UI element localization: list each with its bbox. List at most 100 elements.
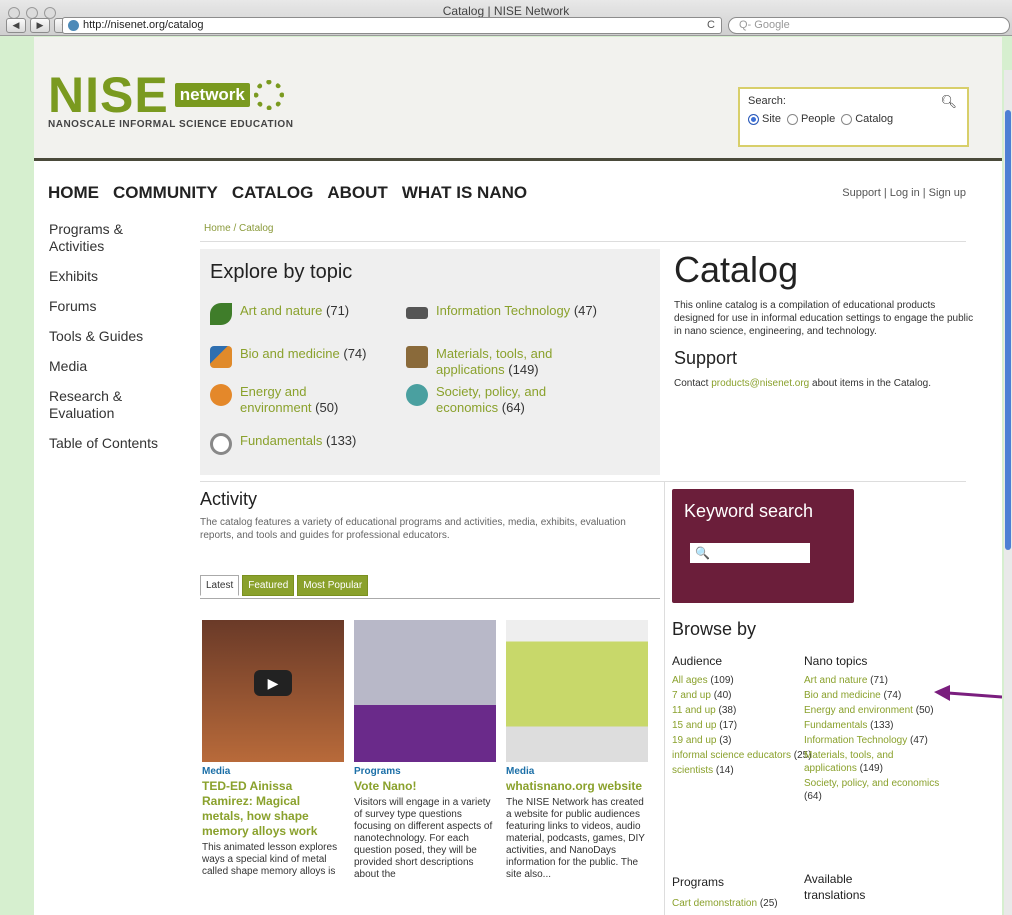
translations-title: Available translations: [804, 872, 866, 902]
topic-information-technology[interactable]: Information Technology (47): [406, 303, 597, 319]
logo-network-text: network: [174, 83, 250, 107]
browse-title: Browse by: [672, 619, 757, 639]
divider: [200, 598, 660, 599]
nav-community[interactable]: COMMUNITY: [113, 183, 218, 203]
video-thumbnail[interactable]: ▶: [202, 620, 344, 762]
list-item[interactable]: 11 and up (38): [672, 704, 812, 717]
topic-materials-tools[interactable]: Materials, tools, and applications (149): [406, 346, 606, 378]
search-label: Search:: [748, 95, 786, 107]
sidebar-item-research[interactable]: Research & Evaluation: [49, 388, 179, 422]
nano-topics-column: Nano topics Art and nature (71) Bio and m…: [804, 655, 944, 805]
nise-logo[interactable]: NISE network NANOSCALE INFORMAL SCIENCE …: [48, 70, 294, 130]
support-text: Contact products@nisenet.org about items…: [674, 378, 931, 389]
window-title: Catalog | NISE Network: [442, 4, 570, 18]
tab-latest[interactable]: Latest: [200, 575, 240, 596]
leaf-icon: [210, 303, 232, 325]
scrollbar-thumb[interactable]: [1005, 110, 1011, 550]
list-item[interactable]: Information Technology (47): [804, 734, 944, 747]
radio-people[interactable]: People: [786, 113, 835, 125]
people-icon: [406, 384, 428, 406]
nano-topics-list: Art and nature (71) Bio and medicine (74)…: [804, 674, 944, 803]
user-nav[interactable]: Support | Log in | Sign up: [842, 187, 966, 199]
search-scope-radios: Site People Catalog: [748, 113, 959, 125]
reload-icon[interactable]: C: [707, 18, 715, 33]
activity-section: Activity The catalog features a variety …: [200, 489, 660, 542]
sidebar-item-programs[interactable]: Programs & Activities: [49, 221, 179, 255]
list-item[interactable]: Cart demonstration (25): [672, 897, 812, 910]
site-header: NISE network NANOSCALE INFORMAL SCIENCE …: [34, 37, 1002, 161]
activity-card[interactable]: Media whatisnano.org website The NISE Ne…: [506, 620, 648, 881]
card-image[interactable]: [354, 620, 496, 762]
topic-art-nature[interactable]: Art and nature (71): [210, 303, 349, 325]
nav-home[interactable]: HOME: [48, 183, 99, 203]
list-item[interactable]: Society, policy, and economics (64): [804, 777, 944, 803]
forward-button[interactable]: ▶: [30, 18, 50, 33]
audience-title: Audience: [672, 654, 723, 668]
card-title[interactable]: TED-ED Ainissa Ramirez: Magical metals, …: [202, 779, 344, 839]
keyword-search-input[interactable]: 🔍: [690, 543, 810, 563]
play-icon[interactable]: ▶: [254, 670, 292, 696]
list-item[interactable]: 15 and up (17): [672, 719, 812, 732]
card-title[interactable]: Vote Nano!: [354, 779, 496, 794]
site-search-box[interactable]: Search: 🔍︎ Site People Catalog: [738, 87, 969, 147]
sidebar-item-exhibits[interactable]: Exhibits: [49, 268, 179, 285]
back-button[interactable]: ◀: [6, 18, 26, 33]
vertical-scrollbar[interactable]: [1004, 70, 1012, 915]
address-url: http://nisenet.org/catalog: [83, 19, 204, 31]
card-type: Media: [202, 766, 231, 777]
divider: [200, 481, 966, 482]
sidebar-item-forums[interactable]: Forums: [49, 298, 179, 315]
topic-society-policy[interactable]: Society, policy, and economics (64): [406, 384, 606, 416]
web-page: NISE network NANOSCALE INFORMAL SCIENCE …: [34, 37, 1002, 915]
nav-catalog[interactable]: CATALOG: [232, 183, 314, 203]
card-description: This animated lesson explores ways a spe…: [202, 842, 338, 877]
sidebar-item-media[interactable]: Media: [49, 358, 179, 375]
nav-about[interactable]: ABOUT: [327, 183, 387, 203]
sidebar-item-toc[interactable]: Table of Contents: [49, 435, 179, 452]
list-item[interactable]: 7 and up (40): [672, 689, 812, 702]
activity-card[interactable]: ▶ Media TED-ED Ainissa Ramirez: Magical …: [202, 620, 344, 878]
annotation-arrow: [934, 685, 1002, 701]
tab-most-popular[interactable]: Most Popular: [297, 575, 369, 596]
sidebar-nav: Programs & Activities Exhibits Forums To…: [49, 221, 179, 465]
breadcrumb[interactable]: Home / Catalog: [204, 223, 273, 234]
logo-tagline: NANOSCALE INFORMAL SCIENCE EDUCATION: [48, 119, 294, 130]
basketball-icon: [210, 384, 232, 406]
card-description: Visitors will engage in a variety of sur…: [354, 797, 493, 880]
topic-energy-environment[interactable]: Energy and environment (50): [210, 384, 380, 416]
tab-featured[interactable]: Featured: [242, 575, 295, 596]
card-title[interactable]: whatisnano.org website: [506, 779, 648, 794]
explore-by-topic: Explore by topic Art and nature (71) Bio…: [200, 249, 660, 475]
topic-fundamentals[interactable]: Fundamentals (133): [210, 433, 356, 455]
radio-icon: [786, 113, 798, 125]
search-icon[interactable]: 🔍︎: [940, 94, 957, 110]
activity-description: The catalog features a variety of educat…: [200, 517, 626, 541]
activity-card[interactable]: Programs Vote Nano! Visitors will engage…: [354, 620, 496, 881]
list-item[interactable]: Fundamentals (133): [804, 719, 944, 732]
magnifier-icon: [210, 433, 232, 455]
support-email-link[interactable]: products@nisenet.org: [711, 378, 809, 389]
browser-search-input[interactable]: Q- Google: [728, 17, 1010, 34]
globe-icon: [68, 20, 79, 31]
nav-what-is-nano[interactable]: WHAT IS NANO: [402, 183, 527, 203]
keyword-search-box: Keyword search 🔍: [672, 489, 854, 603]
list-item[interactable]: Bio and medicine (74): [804, 689, 944, 702]
list-item[interactable]: Energy and environment (50): [804, 704, 944, 717]
list-item[interactable]: scientists (14): [672, 764, 812, 777]
list-item[interactable]: 19 and up (3): [672, 734, 812, 747]
card-image[interactable]: [506, 620, 648, 762]
list-item[interactable]: All ages (109): [672, 674, 812, 687]
programs-title: Programs: [672, 875, 725, 889]
card-type: Media: [506, 766, 535, 777]
list-item[interactable]: Materials, tools, and applications (149): [804, 749, 944, 775]
sidebar-item-tools[interactable]: Tools & Guides: [49, 328, 179, 345]
page-title: Catalog: [674, 249, 799, 290]
list-item[interactable]: informal science educators (25): [672, 749, 812, 762]
catalog-description: This online catalog is a compilation of …: [674, 300, 974, 337]
radio-selected-icon: [748, 113, 759, 125]
radio-catalog[interactable]: Catalog: [841, 113, 893, 125]
radio-site[interactable]: Site: [748, 113, 781, 125]
address-bar[interactable]: http://nisenet.org/catalog C: [62, 17, 722, 34]
topic-bio-medicine[interactable]: Bio and medicine (74): [210, 346, 366, 368]
list-item[interactable]: Art and nature (71): [804, 674, 944, 687]
